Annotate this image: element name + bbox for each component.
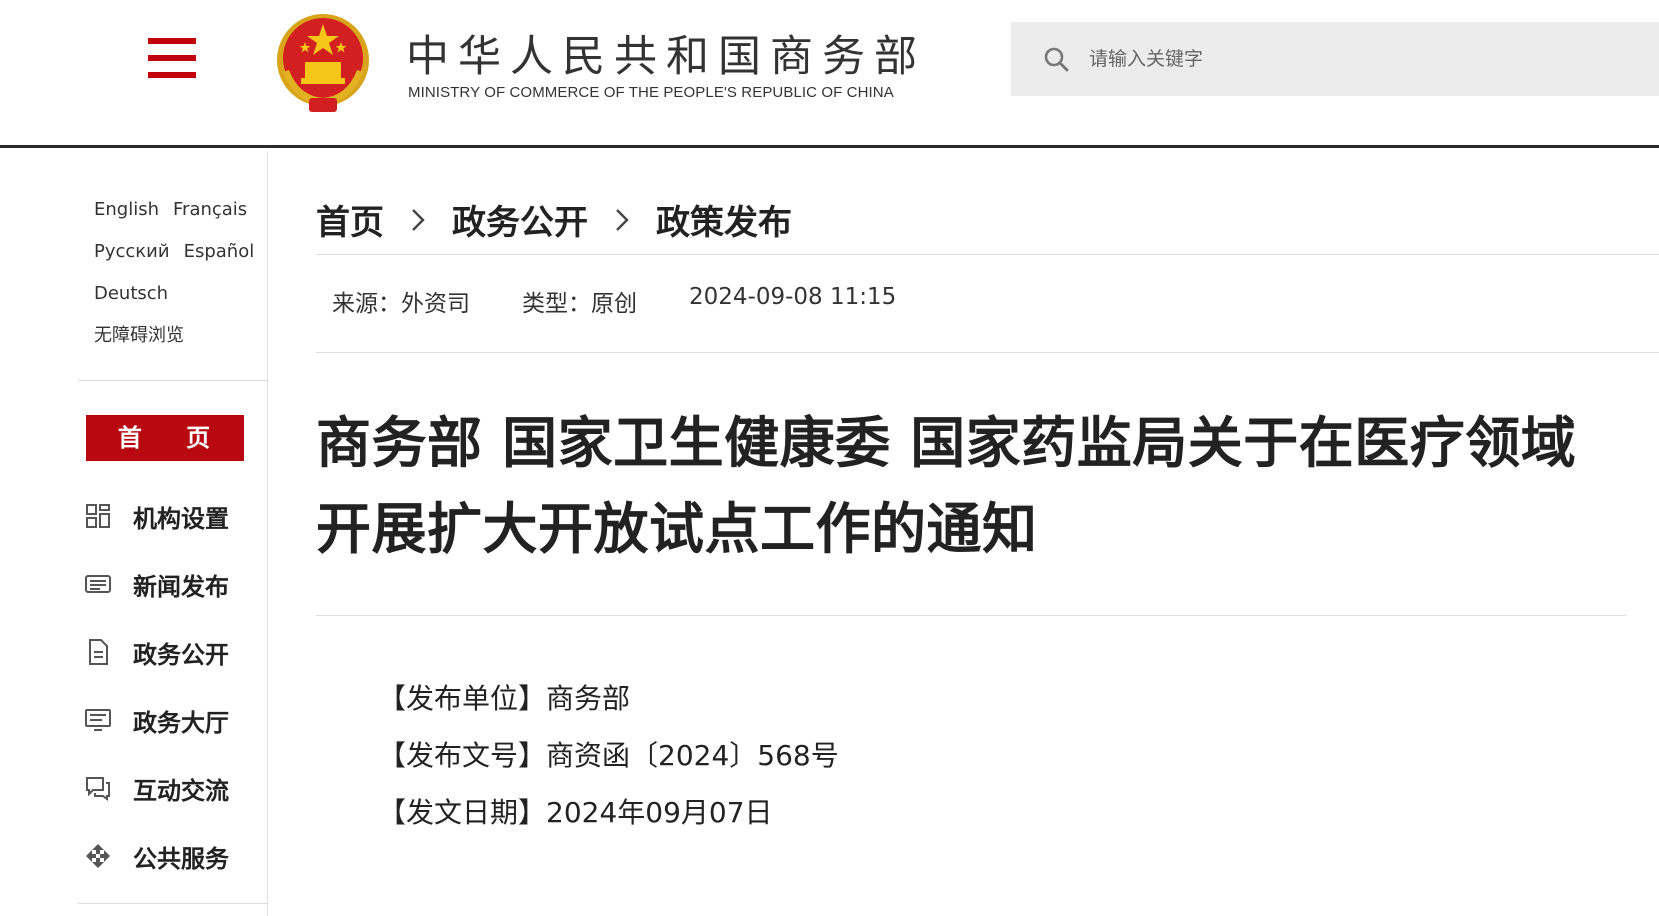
article-meta: 来源：外资司 类型：原创 2024-09-08 11:15 (332, 284, 948, 318)
sidebar-item-label: 互动交流 (133, 776, 229, 805)
sidebar-home-button[interactable]: 首 页 (86, 415, 244, 461)
grid-icon (84, 502, 112, 530)
sidebar-item-label: 新闻发布 (133, 572, 229, 601)
lang-spanish[interactable]: Español (184, 231, 255, 273)
divider (316, 254, 1659, 255)
left-sidebar: English Français Русский Español Deutsch… (0, 151, 268, 916)
article-date: 【发文日期】2024年09月07日 (378, 796, 773, 829)
accessibility-link[interactable]: 无障碍浏览 (94, 315, 184, 357)
lang-russian[interactable]: Русский (94, 231, 170, 273)
sidebar-item-interaction[interactable]: 互动交流 (84, 754, 229, 822)
article-title: 商务部 国家卫生健康委 国家药监局关于在医疗领域开展扩大开放试点工作的通知 (316, 411, 1577, 561)
sidebar-item-service-hall[interactable]: 政务大厅 (84, 686, 229, 754)
lang-english[interactable]: English (94, 189, 159, 231)
chat-icon (84, 774, 112, 802)
article-info: 【发布单位】商务部 【发布文号】商资函〔2024〕568号 【发文日期】2024… (378, 670, 839, 841)
divider (316, 352, 1659, 353)
chevron-right-icon (384, 207, 452, 233)
article-datetime: 2024-09-08 11:15 (689, 284, 897, 310)
menu-icon[interactable] (148, 38, 196, 78)
article-doc-number: 【发布文号】商资函〔2024〕568号 (378, 739, 839, 772)
sidebar-item-news[interactable]: 新闻发布 (84, 550, 229, 618)
sidebar-item-label: 政务大厅 (133, 708, 229, 737)
divider (316, 615, 1626, 616)
sidebar-item-public-service[interactable]: 公共服务 (84, 822, 229, 890)
breadcrumb-home[interactable]: 首页 (316, 195, 384, 244)
national-emblem[interactable] (275, 10, 371, 114)
sidebar-nav: 机构设置 新闻发布 政务公开 政务大厅 互动交流 公共服务 (84, 482, 229, 890)
newspaper-icon (84, 570, 112, 598)
breadcrumb: 首页 政务公开 政策发布 (316, 195, 792, 244)
sidebar-item-organization[interactable]: 机构设置 (84, 482, 229, 550)
sidebar-item-label: 政务公开 (133, 640, 229, 669)
breadcrumb-gov-affairs[interactable]: 政务公开 (452, 195, 588, 244)
article-issuer: 【发布单位】商务部 (378, 682, 631, 715)
sidebar-item-label: 公共服务 (133, 844, 229, 873)
search-input[interactable] (1089, 48, 1649, 70)
chevron-right-icon (588, 207, 656, 233)
document-icon (84, 638, 112, 666)
site-title-cn[interactable]: 中华人民共和国商务部 (406, 22, 926, 84)
monitor-icon (84, 706, 112, 734)
sidebar-divider (78, 380, 268, 381)
sidebar-item-gov-affairs[interactable]: 政务公开 (84, 618, 229, 686)
language-links: English Français Русский Español Deutsch… (94, 189, 254, 357)
service-icon (84, 842, 112, 870)
search-icon[interactable] (1043, 46, 1069, 72)
site-header: 中华人民共和国商务部 MINISTRY OF COMMERCE OF THE P… (0, 0, 1659, 148)
sidebar-item-label: 机构设置 (133, 504, 229, 533)
search-bar[interactable] (1011, 22, 1659, 96)
article-type: 类型：原创 (522, 291, 637, 317)
lang-french[interactable]: Français (173, 189, 247, 231)
article-source: 来源：外资司 (332, 291, 470, 317)
breadcrumb-policy-release[interactable]: 政策发布 (656, 195, 792, 244)
lang-german[interactable]: Deutsch (94, 273, 168, 315)
sidebar-divider (78, 903, 268, 904)
site-title-en[interactable]: MINISTRY OF COMMERCE OF THE PEOPLE'S REP… (408, 84, 894, 101)
